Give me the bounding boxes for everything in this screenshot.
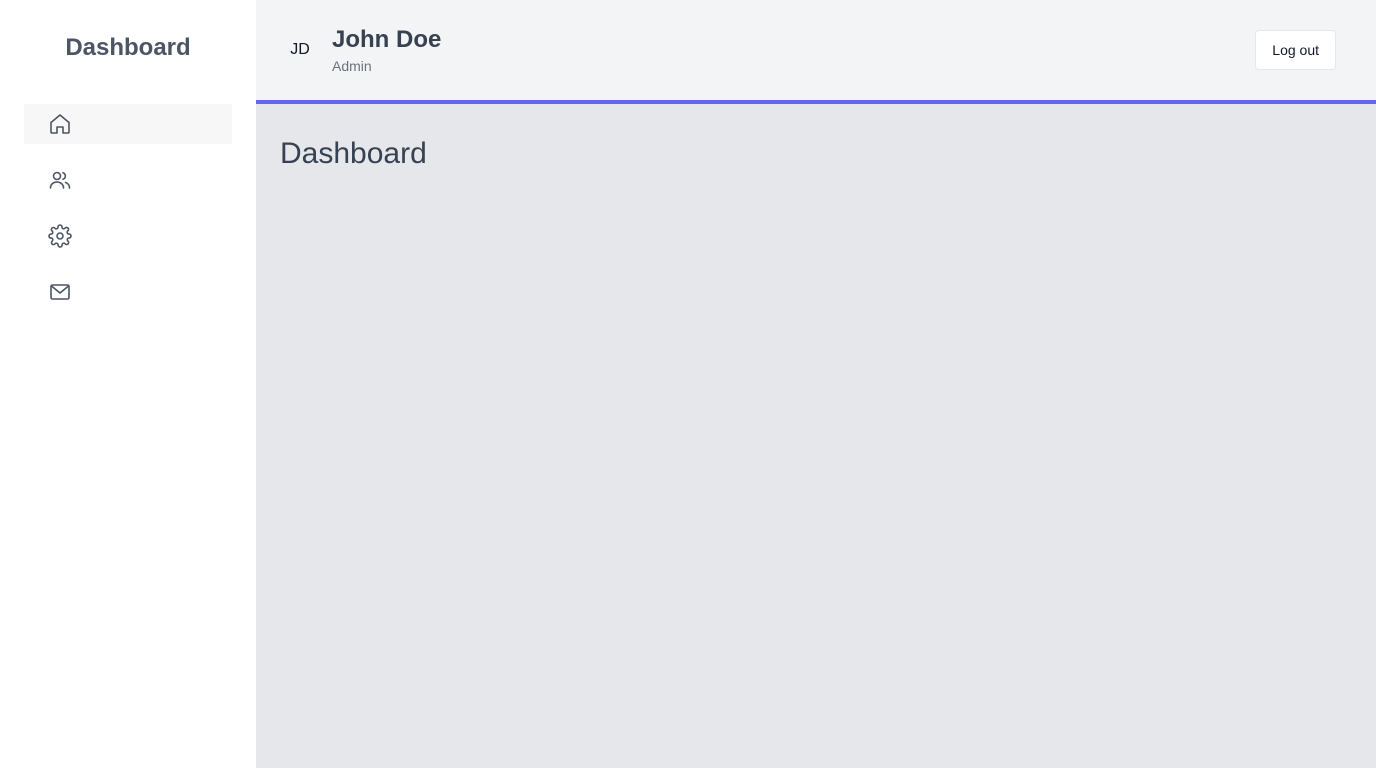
sidebar-item-home[interactable] [24, 104, 232, 144]
mail-icon [50, 284, 70, 300]
sidebar-item-users[interactable] [24, 160, 232, 200]
sidebar-title: Dashboard [65, 34, 191, 61]
main-area: JD John Doe Admin Log out Dashboard [256, 0, 1376, 768]
logout-button[interactable]: Log out [1255, 30, 1336, 70]
gear-icon [48, 224, 72, 248]
user-name: John Doe [332, 26, 442, 53]
users-icon [49, 171, 71, 189]
top-bar: JD John Doe Admin Log out [256, 0, 1376, 104]
sidebar-item-settings[interactable] [24, 216, 232, 256]
sidebar-item-messages[interactable] [24, 272, 232, 312]
sidebar: Dashboard [0, 0, 256, 768]
sidebar-nav [24, 104, 232, 328]
page-title: Dashboard [280, 137, 427, 170]
app-shell: Dashboard JD John Doe Admin Log out Dash… [0, 0, 1376, 768]
user-role: Admin [332, 58, 372, 74]
home-icon [50, 114, 70, 134]
avatar[interactable]: JD [280, 30, 320, 70]
